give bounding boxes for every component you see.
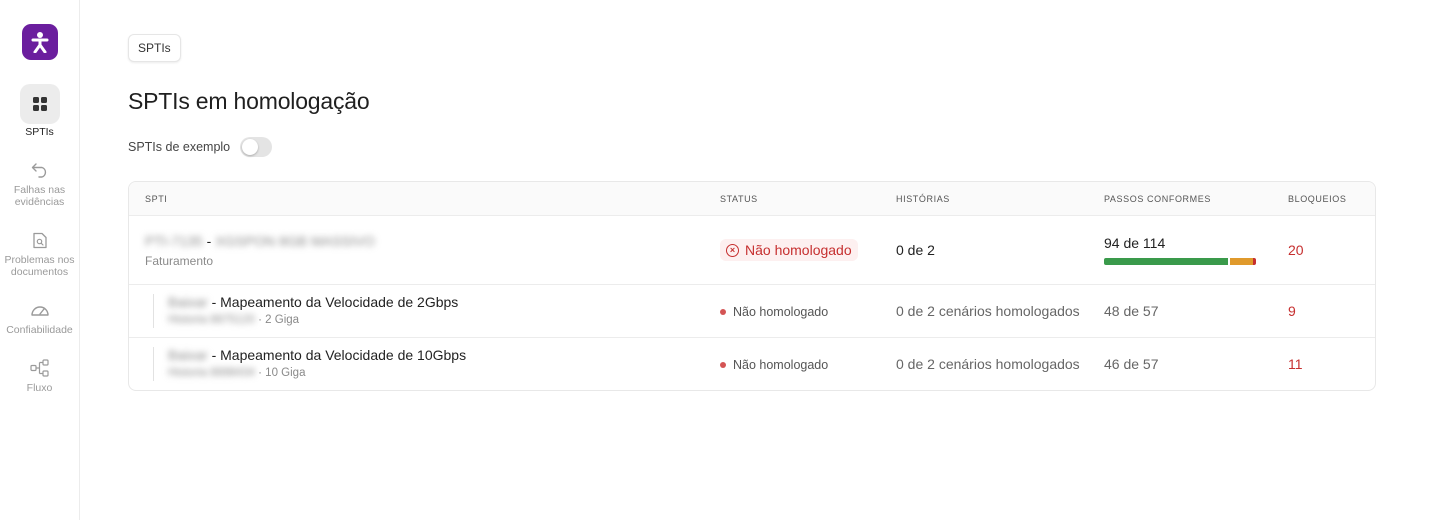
- sidebar-item-label: SPTIs: [25, 126, 54, 138]
- bloqueios-value: 9: [1288, 303, 1296, 319]
- column-header-historias: HISTÓRIAS: [896, 193, 950, 204]
- toggle-knob: [242, 139, 259, 155]
- table-header: SPTI STATUS HISTÓRIAS PASSOS CONFORMES B…: [129, 182, 1375, 215]
- circle-x-icon: ×: [726, 243, 739, 257]
- table-row[interactable]: PTI-7135 - XGSPON 8GB MASSIVO Faturament…: [129, 215, 1375, 284]
- passos-value: 46 de 57: [1104, 356, 1159, 372]
- historias-value: 0 de 2 cenários homologados: [896, 355, 1080, 372]
- passos-value: 94 de 114: [1104, 235, 1166, 251]
- status-badge: × Não homologado: [720, 239, 858, 261]
- status-indicator: Não homologado: [720, 358, 828, 372]
- status-text: Não homologado: [745, 242, 852, 258]
- historias-value: 0 de 2: [896, 242, 935, 258]
- spti-code-redacted: PTI-7135: [145, 232, 203, 249]
- column-header-spti: SPTI: [145, 193, 168, 204]
- example-toggle[interactable]: [240, 137, 273, 157]
- app-shell: SPTIs Falhas nas evidências Problemas no…: [0, 0, 1440, 520]
- child-title: Baixar - Mapeamento da Velocidade de 10G…: [168, 347, 466, 363]
- passos-cell: 94 de 114: [1104, 235, 1288, 265]
- column-header-bloqueios: BLOQUEIOS: [1288, 193, 1347, 204]
- app-logo[interactable]: [21, 24, 58, 60]
- child-name-redacted: Baixar: [168, 347, 208, 363]
- indent-line: [153, 294, 154, 328]
- spti-cell: Baixar - Mapeamento da Velocidade de 2Gb…: [129, 294, 720, 328]
- flow-icon: [20, 354, 60, 382]
- status-dot-icon: [720, 362, 726, 368]
- sidebar-item-confiabilidade[interactable]: Confiabilidade: [0, 296, 80, 336]
- column-header-status: STATUS: [720, 193, 758, 204]
- table-row[interactable]: Baixar - Mapeamento da Velocidade de 10G…: [129, 337, 1375, 390]
- sidebar-item-label: Fluxo: [26, 382, 53, 394]
- sidebar: SPTIs Falhas nas evidências Problemas no…: [0, 0, 80, 520]
- column-header-passos: PASSOS CONFORMES: [1104, 193, 1211, 204]
- status-text: Não homologado: [733, 358, 829, 372]
- sidebar-item-problemas[interactable]: Problemas nos documentos: [0, 226, 80, 278]
- child-sub-redacted: Historia 8875120: [168, 314, 255, 326]
- sidebar-item-label: Problemas nos documentos: [4, 254, 75, 278]
- passos-progress-bar: [1104, 258, 1256, 265]
- document-search-icon: [20, 226, 60, 254]
- table-row[interactable]: Baixar - Mapeamento da Velocidade de 2Gb…: [129, 284, 1375, 337]
- progress-segment-bloqueios: [1253, 258, 1256, 265]
- historias-value: 0 de 2 cenários homologados: [896, 302, 1080, 319]
- bloqueios-value: 20: [1288, 242, 1304, 258]
- sidebar-item-label: Confiabilidade: [6, 324, 73, 336]
- spti-cell: PTI-7135 - XGSPON 8GB MASSIVO Faturament…: [129, 233, 720, 268]
- progress-segment-conformes: [1104, 258, 1228, 265]
- status-dot-icon: [720, 309, 726, 315]
- undo-arrow-icon: [20, 156, 60, 184]
- status-cell: Não homologado: [720, 302, 896, 320]
- sptis-table: SPTI STATUS HISTÓRIAS PASSOS CONFORMES B…: [128, 181, 1376, 391]
- status-indicator: Não homologado: [720, 305, 828, 319]
- child-subtitle: Historia 8875120 · 2 Giga: [168, 314, 458, 326]
- bloqueios-value: 11: [1288, 356, 1303, 372]
- sidebar-item-sptis[interactable]: SPTIs: [0, 84, 80, 138]
- child-title-text: - Mapeamento da Velocidade de 2Gbps: [211, 294, 459, 310]
- child-sub-suffix: · 10 Giga: [258, 367, 306, 379]
- example-toggle-label: SPTIs de exemplo: [128, 140, 231, 154]
- child-content: Baixar - Mapeamento da Velocidade de 2Gb…: [168, 294, 458, 328]
- spti-separator: -: [206, 232, 212, 249]
- spti-subtitle: Faturamento: [145, 253, 214, 268]
- child-sub-redacted: Historia 8898434: [168, 367, 255, 379]
- indent-line: [153, 347, 154, 381]
- status-text: Não homologado: [733, 305, 829, 319]
- passos-value: 48 de 57: [1104, 303, 1159, 319]
- progress-segment-pendentes: [1230, 258, 1253, 265]
- status-cell: Não homologado: [720, 355, 896, 373]
- sidebar-item-label: Falhas nas evidências: [13, 184, 66, 208]
- child-content: Baixar - Mapeamento da Velocidade de 10G…: [168, 347, 466, 381]
- example-toggle-row: SPTIs de exemplo: [128, 137, 1392, 157]
- accessibility-person-icon: [31, 32, 48, 53]
- main-content: SPTIs SPTIs em homologação SPTIs de exem…: [80, 0, 1440, 520]
- grid-icon: [19, 84, 60, 124]
- child-subtitle: Historia 8898434 · 10 Giga: [168, 367, 466, 379]
- child-name-redacted: Baixar: [168, 294, 208, 310]
- spti-name-redacted: XGSPON 8GB MASSIVO: [215, 232, 375, 249]
- spti-title: PTI-7135 - XGSPON 8GB MASSIVO: [145, 233, 720, 249]
- sidebar-item-falhas[interactable]: Falhas nas evidências: [0, 156, 80, 208]
- breadcrumb[interactable]: SPTIs: [128, 34, 181, 62]
- child-title: Baixar - Mapeamento da Velocidade de 2Gb…: [168, 294, 458, 310]
- sidebar-item-fluxo[interactable]: Fluxo: [0, 354, 80, 394]
- spti-cell: Baixar - Mapeamento da Velocidade de 10G…: [129, 347, 720, 381]
- child-sub-suffix: · 2 Giga: [258, 314, 300, 326]
- gauge-icon: [20, 296, 60, 324]
- child-title-text: - Mapeamento da Velocidade de 10Gbps: [211, 347, 467, 363]
- status-cell: × Não homologado: [720, 239, 896, 261]
- page-title: SPTIs em homologação: [128, 88, 370, 114]
